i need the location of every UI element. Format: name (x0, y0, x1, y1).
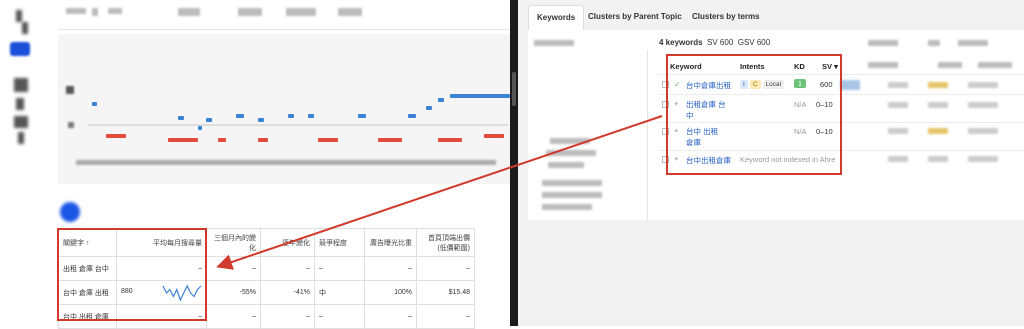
highlight-box-right (666, 54, 842, 175)
summary-bar: 4 keywords SV 600 GSV 600 (659, 38, 770, 47)
impression-cell: 100% (364, 280, 417, 305)
col-header-top-bid-low[interactable]: 首頁頂端出價 (低價範圍) (416, 228, 475, 257)
nav-icon-6[interactable] (18, 132, 24, 144)
summary-gsv: GSV 600 (737, 38, 771, 47)
competition-cell: 中 (314, 280, 365, 305)
ahrefs-pane: Keywords Clusters by Parent Topic Cluste… (518, 0, 1024, 326)
impression-cell: – (364, 304, 417, 329)
col-header-impression-share[interactable]: 廣告曝光比重 (364, 228, 417, 257)
summary-sv: SV 600 (707, 38, 734, 47)
change3m-cell: – (206, 256, 261, 281)
keyword-planner-icon[interactable] (10, 42, 30, 56)
cluster-sidebar (528, 50, 648, 220)
tab-parent-topic[interactable]: Clusters by Parent Topic (580, 5, 690, 30)
competition-cell: – (314, 304, 365, 329)
nav-icon-5[interactable] (14, 116, 28, 128)
keyword-planner-pane: 關鍵字 ↑ 平均每月搜尋量 三個月內的變化 逐年變化 競爭程度 廣告曝光比重 首… (0, 0, 510, 329)
split-divider[interactable] (510, 0, 518, 326)
nav-icon-3[interactable] (14, 78, 28, 92)
bid-cell: – (416, 256, 475, 281)
keyword-count: 4 keywords (659, 38, 703, 47)
tab-bar: Keywords Clusters by Parent Topic Cluste… (518, 0, 1024, 30)
change3m-cell: -55% (206, 280, 261, 305)
blurred-logo-icon (60, 202, 80, 222)
highlight-box-left (57, 228, 207, 321)
impression-cell: – (364, 256, 417, 281)
search-trend-chart (58, 34, 510, 184)
yoy-cell: – (260, 256, 315, 281)
bid-cell: – (416, 304, 475, 329)
nav-icon-1[interactable] (16, 10, 22, 22)
nav-icon-4[interactable] (16, 98, 24, 110)
tab-keywords[interactable]: Keywords (528, 5, 585, 30)
col-header-competition[interactable]: 競爭程度 (314, 228, 365, 257)
yoy-cell: – (260, 304, 315, 329)
yoy-cell: -41% (260, 280, 315, 305)
change3m-cell: – (206, 304, 261, 329)
competition-cell: – (314, 256, 365, 281)
col-header-yoy-change[interactable]: 逐年變化 (260, 228, 315, 257)
nav-icon-2[interactable] (22, 22, 28, 34)
divider-grip[interactable] (512, 72, 516, 106)
tab-clusters-terms[interactable]: Clusters by terms (684, 5, 768, 30)
bid-cell: $15.48 (416, 280, 475, 305)
top-filter-bar (58, 0, 510, 30)
col-header-3m-change[interactable]: 三個月內的變化 (206, 228, 261, 257)
left-nav-sidebar (0, 0, 48, 326)
